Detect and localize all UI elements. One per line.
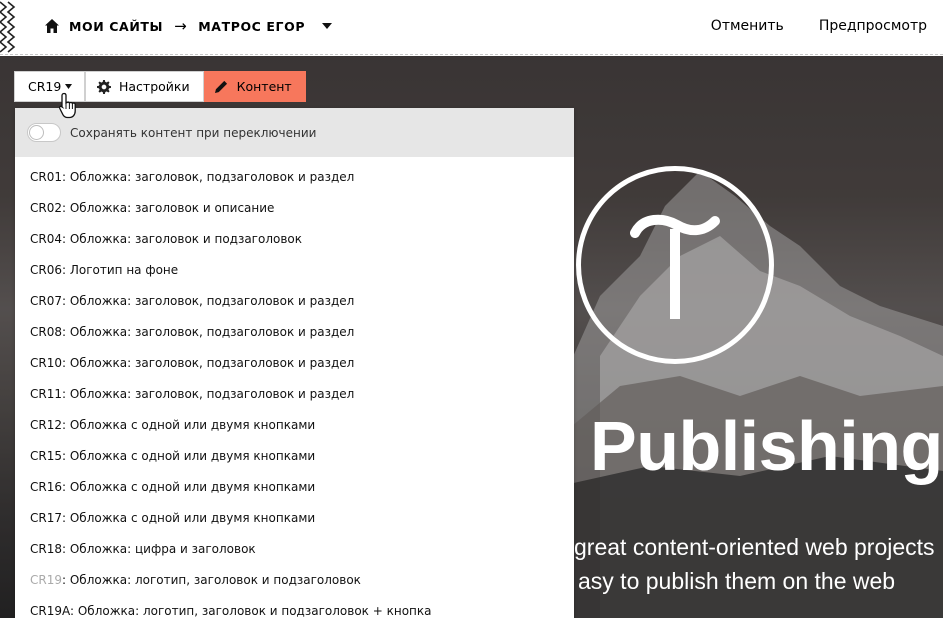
block-description: : Обложка: заголовок, подзаголовок и раз… — [62, 387, 355, 401]
block-list-item[interactable]: CR17: Обложка с одной или двумя кнопками — [15, 507, 574, 538]
hero-subtitle-line2: asy to publish them on the web — [578, 568, 896, 594]
pencil-icon — [214, 80, 227, 93]
keep-content-label: Сохранять контент при переключении — [70, 125, 317, 140]
breadcrumb-arrow: → — [174, 17, 188, 35]
block-description: : Обложка с одной или двумя кнопками — [62, 511, 316, 525]
hero-title: Publishing — [590, 407, 943, 485]
block-description: : Обложка: цифра и заголовок — [62, 542, 256, 556]
block-list-item[interactable]: CR10: Обложка: заголовок, подзаголовок и… — [15, 352, 574, 383]
top-bar: Мои сайты → Матрос Егор Отменить Предпро… — [0, 0, 943, 55]
block-code: CR19 — [30, 573, 62, 587]
block-list-item[interactable]: CR04: Обложка: заголовок и подзаголовок — [15, 228, 574, 259]
toggle-knob — [29, 125, 44, 140]
settings-label: Настройки — [119, 79, 190, 94]
block-code: CR17 — [30, 511, 62, 525]
block-description: : Обложка: заголовок, подзаголовок и раз… — [62, 325, 355, 339]
block-code: CR07 — [30, 294, 62, 308]
block-list-item[interactable]: CR11: Обложка: заголовок, подзаголовок и… — [15, 383, 574, 414]
block-code: CR11 — [30, 387, 62, 401]
chevron-down-icon[interactable] — [322, 23, 333, 29]
block-list-item[interactable]: CR12: Обложка с одной или двумя кнопками — [15, 414, 574, 445]
block-description: : Обложка: заголовок, подзаголовок и раз… — [62, 170, 355, 184]
block-description: : Обложка с одной или двумя кнопками — [62, 418, 316, 432]
hand-cursor-icon — [58, 92, 76, 119]
block-list-item[interactable]: CR02: Обложка: заголовок и описание — [15, 197, 574, 228]
block-code: CR08 — [30, 325, 62, 339]
gear-icon — [97, 79, 111, 94]
block-list-item[interactable]: CR16: Обложка с одной или двумя кнопками — [15, 476, 574, 507]
zigzag-decoration — [0, 1, 16, 53]
content-label: Контент — [236, 79, 292, 94]
block-code: CR12 — [30, 418, 62, 432]
block-dropdown: Сохранять контент при переключении CR01:… — [15, 108, 574, 618]
block-code-label: CR19 — [28, 79, 62, 94]
block-code: CR06 — [30, 263, 62, 277]
block-code: CR16 — [30, 480, 62, 494]
block-description: : Обложка: логотип, заголовок и подзагол… — [62, 573, 361, 587]
block-description: : Логотип на фоне — [62, 263, 179, 277]
block-description: : Обложка: заголовок, подзаголовок и раз… — [62, 356, 355, 370]
block-list-item[interactable]: CR15: Обложка с одной или двумя кнопками — [15, 445, 574, 476]
breadcrumb-current[interactable]: Матрос Егор — [198, 19, 305, 34]
block-code: CR18 — [30, 542, 62, 556]
block-code: CR02 — [30, 201, 62, 215]
block-list: CR01: Обложка: заголовок, подзаголовок и… — [15, 157, 574, 618]
keep-content-toggle[interactable] — [27, 123, 61, 142]
content-button[interactable]: Контент — [203, 71, 306, 102]
block-description: : Обложка с одной или двумя кнопками — [62, 480, 316, 494]
block-code: CR19A — [30, 604, 70, 618]
dropdown-header: Сохранять контент при переключении — [15, 108, 574, 157]
block-list-item[interactable]: CR06: Логотип на фоне — [15, 259, 574, 290]
block-code: CR01 — [30, 170, 62, 184]
block-list-item[interactable]: CR19A: Обложка: логотип, заголовок и под… — [15, 600, 574, 618]
caret-down-icon — [65, 84, 73, 89]
block-list-item[interactable]: CR08: Обложка: заголовок, подзаголовок и… — [15, 321, 574, 352]
preview-button[interactable]: Предпросмотр — [819, 18, 927, 34]
breadcrumb: Мои сайты → Матрос Егор — [44, 0, 333, 52]
settings-button[interactable]: Настройки — [85, 71, 204, 102]
logo-circle — [576, 166, 774, 364]
cancel-button[interactable]: Отменить — [711, 18, 784, 34]
block-code: CR10 — [30, 356, 62, 370]
mode-toggle-group: Настройки Контент — [85, 71, 306, 102]
block-list-item[interactable]: CR07: Обложка: заголовок, подзаголовок и… — [15, 290, 574, 321]
block-list-item[interactable]: CR19: Обложка: логотип, заголовок и подз… — [15, 569, 574, 600]
block-list-item[interactable]: CR01: Обложка: заголовок, подзаголовок и… — [15, 166, 574, 197]
hero-subtitle-line1: great content-oriented web projects — [574, 534, 935, 560]
block-code: CR04 — [30, 232, 62, 246]
block-description: : Обложка: заголовок, подзаголовок и раз… — [62, 294, 355, 308]
block-description: : Обложка: заголовок и подзаголовок — [62, 232, 303, 246]
block-description: : Обложка: заголовок и описание — [62, 201, 275, 215]
header-actions: Отменить Предпросмотр — [676, 0, 927, 52]
block-description: : Обложка: логотип, заголовок и подзагол… — [69, 604, 432, 618]
block-list-item[interactable]: CR18: Обложка: цифра и заголовок — [15, 538, 574, 569]
block-description: : Обложка с одной или двумя кнопками — [62, 449, 316, 463]
home-icon[interactable] — [44, 18, 60, 34]
breadcrumb-root[interactable]: Мои сайты — [69, 19, 163, 34]
logo-glyph — [630, 214, 720, 319]
block-code: CR15 — [30, 449, 62, 463]
